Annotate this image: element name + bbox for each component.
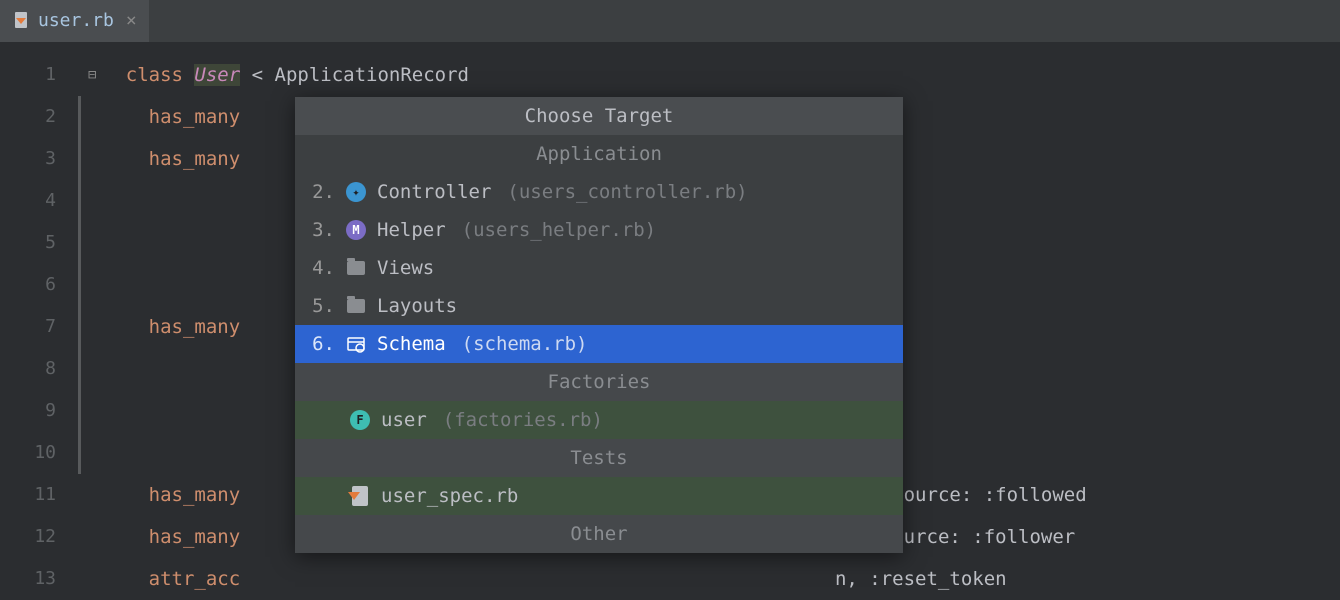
- factory-icon: F: [349, 409, 371, 431]
- item-number: 5.: [307, 295, 335, 317]
- code-line[interactable]: attr_acc n, :reset_token: [80, 558, 1340, 600]
- popup-section-other: Other: [295, 515, 903, 553]
- line-number[interactable]: 1: [0, 54, 80, 96]
- tab-label: user.rb: [38, 10, 114, 31]
- popup-section-application: Application: [295, 135, 903, 173]
- close-icon[interactable]: ×: [126, 10, 137, 31]
- item-hint: (schema.rb): [462, 333, 588, 355]
- fold-marker: [78, 306, 81, 348]
- line-number[interactable]: 4: [0, 180, 80, 222]
- line-number[interactable]: 13: [0, 558, 80, 600]
- popup-item-user-factory[interactable]: F user (factories.rb): [295, 401, 903, 439]
- fold-marker: [78, 264, 81, 306]
- fold-marker: [78, 96, 81, 138]
- item-hint: (factories.rb): [443, 409, 603, 431]
- popup-item-controller[interactable]: 2. ✦ Controller (users_controller.rb): [295, 173, 903, 211]
- fold-marker: [78, 390, 81, 432]
- folder-icon: [345, 295, 367, 317]
- item-label: Schema: [377, 333, 446, 355]
- item-label: user: [381, 409, 427, 431]
- item-number: 2.: [307, 181, 335, 203]
- popup-item-schema[interactable]: 6. Schema (schema.rb): [295, 325, 903, 363]
- line-number[interactable]: 7: [0, 306, 80, 348]
- item-label: user_spec.rb: [381, 485, 518, 507]
- fold-marker: [78, 432, 81, 474]
- line-number[interactable]: 6: [0, 264, 80, 306]
- controller-icon: ✦: [345, 181, 367, 203]
- item-label: Layouts: [377, 295, 457, 317]
- popup-item-user-spec[interactable]: user_spec.rb: [295, 477, 903, 515]
- line-number[interactable]: 12: [0, 516, 80, 558]
- popup-item-layouts[interactable]: 5. Layouts: [295, 287, 903, 325]
- item-hint: (users_helper.rb): [462, 219, 656, 241]
- item-label: Controller: [377, 181, 491, 203]
- popup-item-helper[interactable]: 3. M Helper (users_helper.rb): [295, 211, 903, 249]
- line-number[interactable]: 3: [0, 138, 80, 180]
- fold-marker: [78, 222, 81, 264]
- popup-section-factories: Factories: [295, 363, 903, 401]
- gutter: 1 2 3 4 5 6 7 8 9 10 11 12 13: [0, 42, 80, 600]
- line-number[interactable]: 10: [0, 432, 80, 474]
- file-tab[interactable]: user.rb ×: [0, 0, 149, 42]
- target-popup: Choose Target Application 2. ✦ Controlle…: [295, 97, 903, 553]
- fold-marker: [78, 348, 81, 390]
- fold-marker: [78, 180, 81, 222]
- line-number[interactable]: 5: [0, 222, 80, 264]
- ruby-file-icon: [349, 485, 371, 507]
- line-number[interactable]: 2: [0, 96, 80, 138]
- ruby-file-icon: [12, 11, 30, 29]
- line-number[interactable]: 9: [0, 390, 80, 432]
- folder-icon: [345, 257, 367, 279]
- item-label: Helper: [377, 219, 446, 241]
- code-line[interactable]: ⊟ class User < ApplicationRecord: [80, 54, 1340, 96]
- fold-marker: [78, 138, 81, 180]
- line-number[interactable]: 11: [0, 474, 80, 516]
- item-number: 6.: [307, 333, 335, 355]
- popup-item-views[interactable]: 4. Views: [295, 249, 903, 287]
- popup-title: Choose Target: [295, 97, 903, 135]
- tab-bar: user.rb ×: [0, 0, 1340, 42]
- popup-section-tests: Tests: [295, 439, 903, 477]
- schema-icon: [345, 333, 367, 355]
- item-number: 4.: [307, 257, 335, 279]
- helper-icon: M: [345, 219, 367, 241]
- item-label: Views: [377, 257, 434, 279]
- item-number: 3.: [307, 219, 335, 241]
- item-hint: (users_controller.rb): [507, 181, 747, 203]
- line-number[interactable]: 8: [0, 348, 80, 390]
- fold-icon[interactable]: ⊟: [88, 54, 96, 96]
